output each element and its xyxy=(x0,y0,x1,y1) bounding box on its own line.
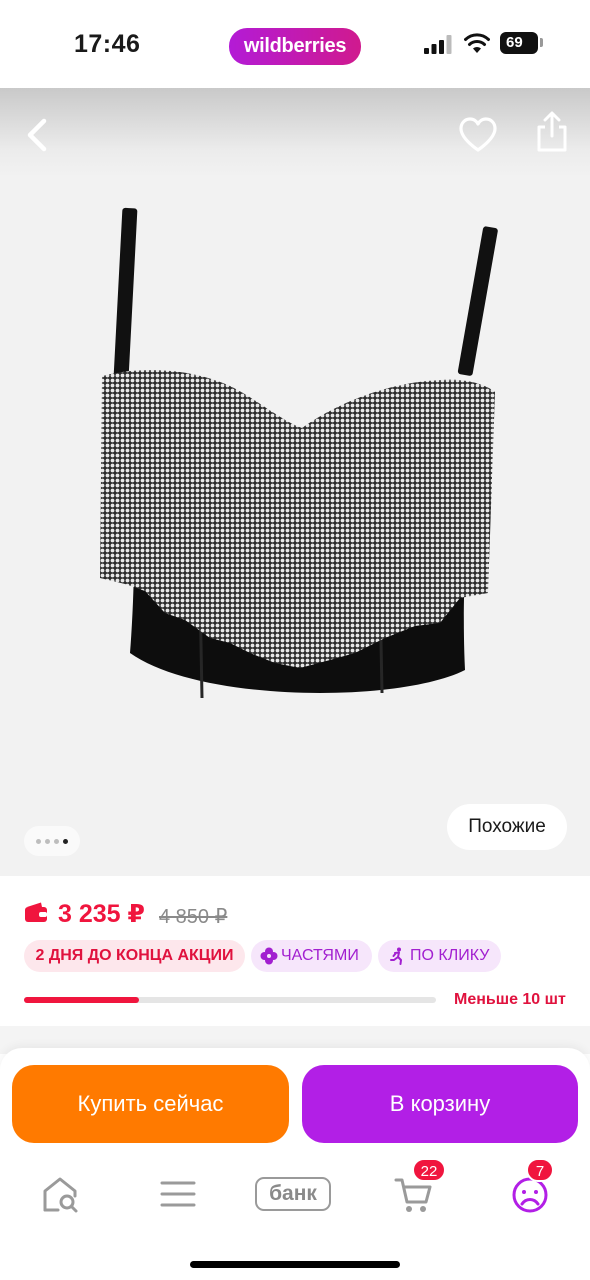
stock-progress-bar xyxy=(24,997,436,1003)
wallet-icon xyxy=(25,902,47,922)
stock-label: Меньше 10 шт xyxy=(454,991,566,1008)
tab-bank[interactable]: банк xyxy=(255,1172,335,1216)
profile-count-badge: 7 xyxy=(526,1158,554,1182)
tab-profile[interactable]: 7 xyxy=(508,1158,554,1216)
similar-button[interactable]: Похожие xyxy=(447,804,567,850)
status-bar: 17:46 wildberries 69 xyxy=(0,0,590,88)
home-indicator[interactable] xyxy=(190,1261,400,1268)
heart-icon[interactable] xyxy=(458,116,498,154)
old-price: 4 850 ₽ xyxy=(159,906,228,928)
pagination-dot xyxy=(54,839,59,844)
installments-badge[interactable]: ЧАСТЯМИ xyxy=(251,940,372,972)
basket-count-badge: 22 xyxy=(412,1158,446,1182)
product-gallery[interactable]: Похожие xyxy=(0,88,590,876)
tab-basket[interactable]: 22 xyxy=(392,1158,446,1216)
pagination-dot-active xyxy=(63,839,68,844)
product-image[interactable] xyxy=(80,198,520,738)
running-person-icon xyxy=(390,947,402,965)
one-click-label: ПО КЛИКУ xyxy=(410,947,490,964)
signal-icon xyxy=(424,35,452,54)
home-search-icon[interactable] xyxy=(40,1172,80,1216)
share-icon[interactable] xyxy=(533,110,571,154)
image-pagination xyxy=(24,826,80,856)
bottom-action-bar: Купить сейчас В корзину банк 22 7 xyxy=(0,1048,590,1280)
back-arrow-icon[interactable] xyxy=(18,113,58,157)
status-time: 17:46 xyxy=(74,30,141,58)
pagination-dot xyxy=(45,839,50,844)
price-section: 3 235 ₽ 4 850 ₽ 2 ДНЯ ДО КОНЦА АКЦИИ ЧАС… xyxy=(0,876,590,1026)
buy-now-button[interactable]: Купить сейчас xyxy=(12,1065,289,1143)
add-to-cart-button[interactable]: В корзину xyxy=(302,1065,578,1143)
gallery-top-shade xyxy=(0,88,590,178)
battery-icon: 69 xyxy=(500,32,538,54)
promo-countdown-badge[interactable]: 2 ДНЯ ДО КОНЦА АКЦИИ xyxy=(24,940,245,972)
one-click-badge[interactable]: ПО КЛИКУ xyxy=(378,940,501,972)
current-price: 3 235 ₽ xyxy=(58,900,145,928)
menu-icon[interactable] xyxy=(158,1172,198,1216)
bank-label: банк xyxy=(255,1177,331,1211)
pagination-dot xyxy=(36,839,41,844)
battery-tip xyxy=(540,38,543,47)
clover-icon xyxy=(260,947,278,965)
wifi-icon xyxy=(464,33,490,53)
stock-progress-fill xyxy=(24,997,140,1003)
installments-label: ЧАСТЯМИ xyxy=(281,947,359,964)
wildberries-logo: wildberries xyxy=(229,28,361,65)
